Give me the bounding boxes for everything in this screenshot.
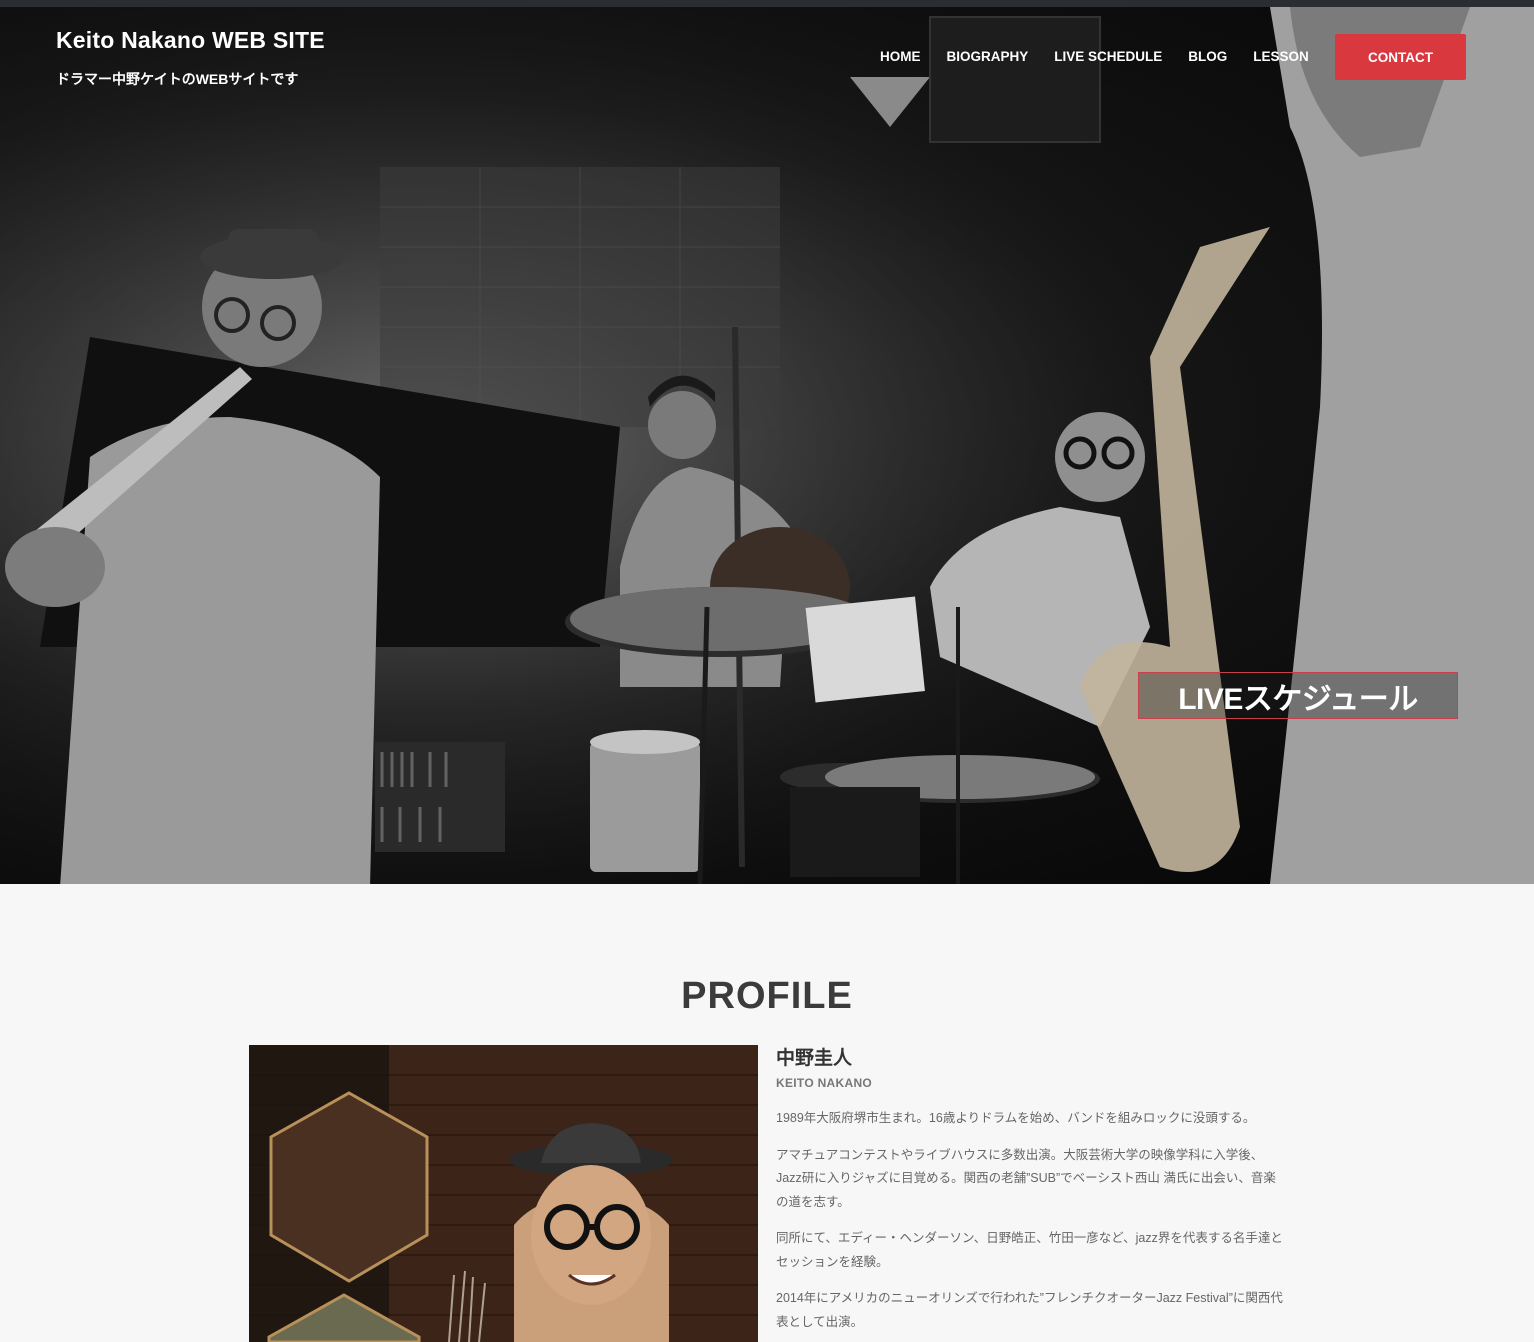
bio-paragraph: アマチュアコンテストやライブハウスに多数出演。大阪芸術大学の映像学科に入学後、J…	[776, 1147, 1276, 1209]
nav-item-blog[interactable]: BLOG	[1188, 49, 1227, 64]
profile-name-en: KEITO NAKANO	[776, 1076, 873, 1090]
site-tagline: ドラマー中野ケイトのWEBサイトです	[56, 71, 299, 87]
contact-button[interactable]: CONTACT	[1335, 34, 1466, 80]
bio-paragraph: 2014年にアメリカのニューオリンズで行われた”フレンチクオーターJazz Fe…	[776, 1291, 1283, 1329]
live-schedule-button[interactable]: LIVEスケジュール	[1138, 672, 1458, 719]
bio-paragraph: 1989年大阪府堺市生まれ。16歳よりドラムを始め、バンドを組みロックに没頭する…	[776, 1111, 1256, 1125]
bio-paragraph: 同所にて、エディー・ヘンダーソン、日野皓正、竹田一彦など、jazz界を代表する名…	[776, 1231, 1283, 1269]
browser-top-strip	[0, 0, 1534, 7]
nav-item-home[interactable]: HOME	[880, 49, 921, 64]
profile-heading: PROFILE	[681, 975, 853, 1017]
profile-bio: 中野圭人 KEITO NAKANO 1989年大阪府堺市生まれ。16歳よりドラム…	[776, 1043, 1288, 1334]
hero-photo	[0, 7, 1534, 884]
nav-item-biography[interactable]: BIOGRAPHY	[947, 49, 1029, 64]
profile-name-ja: 中野圭人	[776, 1048, 853, 1069]
profile-photo	[249, 1045, 758, 1342]
site-title[interactable]: Keito Nakano WEB SITE	[56, 27, 325, 54]
nav-item-live-schedule[interactable]: LIVE SCHEDULE	[1054, 49, 1162, 64]
main-nav: HOME BIOGRAPHY LIVE SCHEDULE BLOG LESSON	[880, 49, 1335, 64]
hero-section: Keito Nakano WEB SITE ドラマー中野ケイトのWEBサイトです…	[0, 7, 1534, 884]
nav-item-lesson[interactable]: LESSON	[1253, 49, 1309, 64]
